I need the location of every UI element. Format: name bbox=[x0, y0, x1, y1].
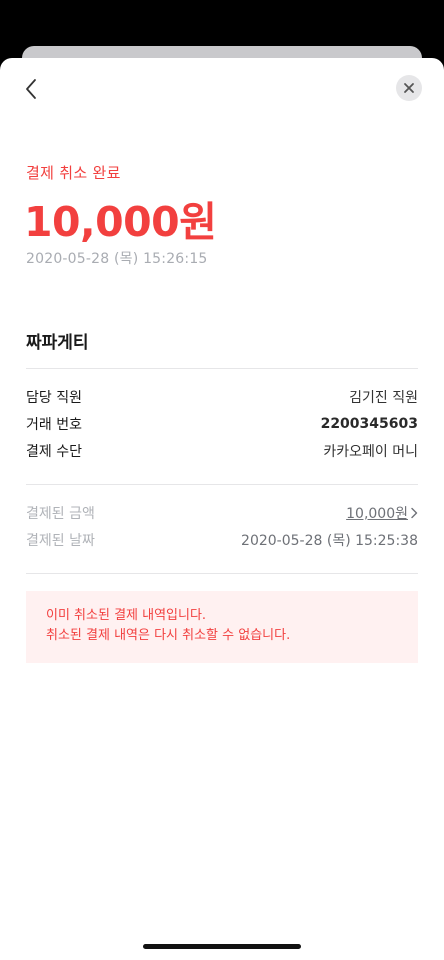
paid-amount-value: 10,000원 bbox=[346, 506, 408, 522]
divider bbox=[26, 573, 418, 574]
notice-line: 이미 취소된 결제 내역입니다. bbox=[46, 608, 207, 623]
close-button[interactable] bbox=[396, 75, 422, 101]
back-button[interactable] bbox=[16, 74, 46, 104]
detail-value: 2200345603 bbox=[320, 416, 418, 432]
paid-amount-link[interactable]: 10,000원 bbox=[346, 503, 418, 523]
chevron-right-icon bbox=[411, 507, 418, 519]
detail-value: 카카오페이 머니 bbox=[323, 444, 418, 460]
detail-value: 김기진 직원 bbox=[349, 390, 418, 406]
detail-row-transaction: 거래 번호 2200345603 bbox=[26, 414, 418, 434]
paid-amount-label: 결제된 금액 bbox=[26, 506, 95, 522]
close-icon bbox=[404, 83, 414, 93]
detail-row-staff: 담당 직원 김기진 직원 bbox=[26, 387, 418, 407]
notice-line: 취소된 결제 내역은 다시 취소할 수 없습니다. bbox=[46, 628, 291, 643]
detail-label: 담당 직원 bbox=[26, 390, 82, 406]
paid-date-label: 결제된 날짜 bbox=[26, 533, 95, 549]
divider bbox=[26, 368, 418, 369]
already-cancelled-notice: 이미 취소된 결제 내역입니다. 취소된 결제 내역은 다시 취소할 수 없습니… bbox=[26, 591, 418, 663]
cancelled-amount: 10,000원 bbox=[24, 198, 217, 246]
store-name: 짜파게티 bbox=[26, 333, 89, 353]
paid-date-value: 2020-05-28 (목) 15:25:38 bbox=[241, 533, 418, 549]
detail-label: 거래 번호 bbox=[26, 417, 82, 433]
cancel-status-label: 결제 취소 완료 bbox=[26, 164, 121, 182]
divider bbox=[26, 484, 418, 485]
chevron-left-icon bbox=[26, 79, 36, 99]
paid-amount-row: 결제된 금액 10,000원 bbox=[26, 503, 418, 523]
screen: 결제 취소 완료 10,000원 2020-05-28 (목) 15:26:15… bbox=[0, 0, 444, 960]
detail-row-payment-method: 결제 수단 카카오페이 머니 bbox=[26, 441, 418, 461]
paid-date-row: 결제된 날짜 2020-05-28 (목) 15:25:38 bbox=[26, 530, 418, 550]
cancel-datetime: 2020-05-28 (목) 15:26:15 bbox=[26, 251, 208, 267]
detail-label: 결제 수단 bbox=[26, 444, 82, 460]
home-indicator bbox=[143, 944, 301, 949]
receipt-sheet: 결제 취소 완료 10,000원 2020-05-28 (목) 15:26:15… bbox=[0, 58, 444, 960]
